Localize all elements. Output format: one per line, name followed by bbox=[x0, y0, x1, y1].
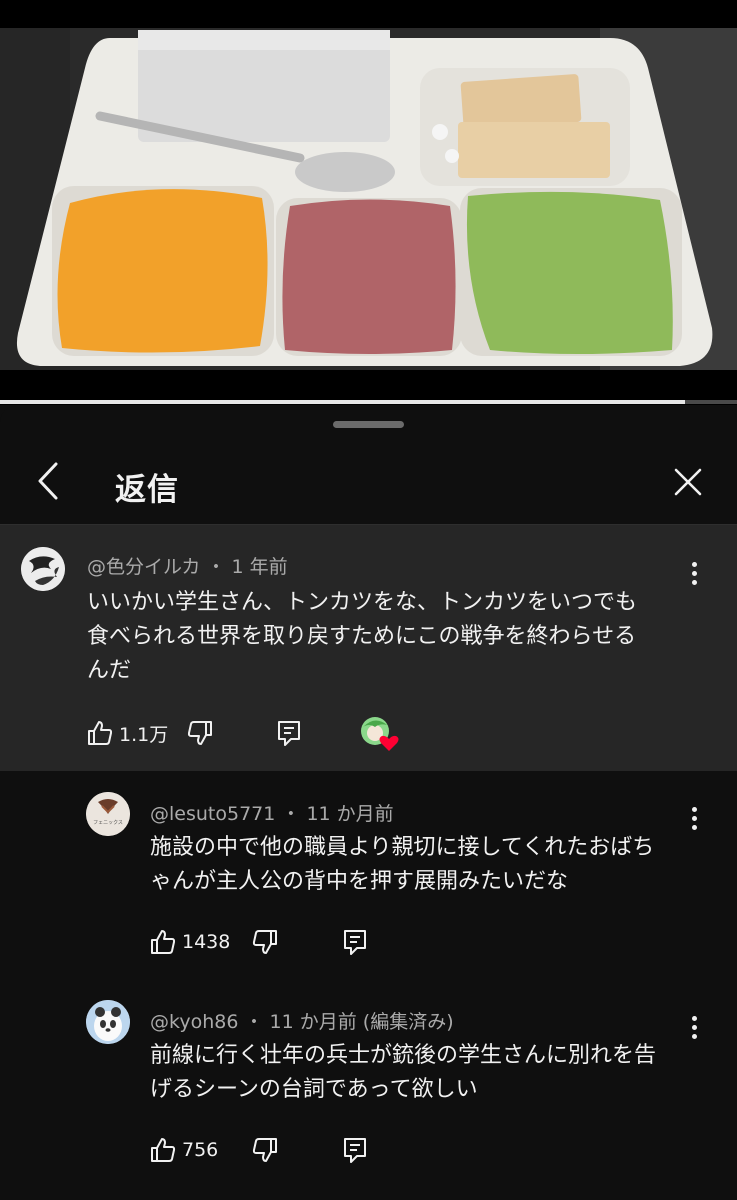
like-count: 1438 bbox=[182, 931, 231, 953]
close-icon bbox=[674, 468, 702, 496]
avatar-image bbox=[86, 1000, 130, 1044]
comment-text-line: げるシーンの台詞であって欲しい bbox=[150, 1077, 478, 1102]
comment-meta: @lesuto5771 ・ 11 か月前 bbox=[150, 799, 394, 826]
thumbs-up-icon bbox=[88, 721, 113, 745]
thumbs-up-icon bbox=[151, 930, 176, 954]
avatar-image bbox=[21, 547, 65, 591]
reply-button[interactable] bbox=[276, 715, 302, 751]
comment-time: 11 か月前 (編集済み) bbox=[269, 1011, 454, 1033]
avatar[interactable] bbox=[86, 1000, 130, 1044]
comment-author[interactable]: @色分イルカ bbox=[87, 556, 200, 578]
comment-actions: 1438 bbox=[150, 924, 390, 960]
comment-text: 前線に行く壮年の兵士が銃後の学生さんに別れを告 げるシーンの台詞であって欲しい bbox=[150, 1039, 710, 1107]
reply-comment: フェニックス @lesuto5771 ・ 11 か月前 施設の中で他の職員より親… bbox=[0, 772, 737, 986]
avatar-image: フェニックス bbox=[86, 792, 130, 836]
comment-text-line: 施設の中で他の職員より親切に接してくれたおばち bbox=[150, 835, 655, 860]
dislike-button[interactable] bbox=[187, 715, 213, 751]
reply-comment: @kyoh86 ・ 11 か月前 (編集済み) 前線に行く壮年の兵士が銃後の学生… bbox=[0, 986, 737, 1200]
sheet-header: 返信 bbox=[0, 436, 737, 524]
more-vertical-icon bbox=[684, 562, 704, 585]
comment-text: 施設の中で他の職員より親切に接してくれたおばち ゃんが主人公の背中を押す展開みた… bbox=[150, 831, 710, 899]
comment-text: いいかい学生さん、トンカツをな、トンカツをいつでも 食べられる世界を取り戻すため… bbox=[87, 586, 697, 688]
comment-text-line: いいかい学生さん、トンカツをな、トンカツをいつでも bbox=[87, 590, 638, 615]
replies-sheet: 返信 @色分イルカ ・ 1 年前 いいかい学生さん、トンカツをな、トンカツをいつ… bbox=[0, 406, 737, 1200]
reply-icon bbox=[344, 1138, 366, 1163]
comment-meta: @色分イルカ ・ 1 年前 bbox=[87, 552, 288, 579]
comment-text-line: 食べられる世界を取り戻すためにこの戦争を終わらせる bbox=[87, 624, 637, 649]
thumbs-down-icon bbox=[252, 930, 277, 954]
avatar[interactable] bbox=[21, 547, 65, 591]
like-button[interactable]: 756 bbox=[150, 1132, 218, 1168]
chevron-left-icon bbox=[38, 462, 58, 500]
comment-time: 11 か月前 bbox=[306, 803, 394, 825]
video-frame[interactable] bbox=[0, 28, 737, 370]
reply-icon bbox=[278, 721, 300, 746]
video-progress-bar[interactable] bbox=[0, 400, 737, 404]
more-vertical-icon bbox=[684, 807, 704, 830]
comment-text-line: んだ bbox=[87, 658, 132, 683]
like-count: 1.1万 bbox=[119, 723, 169, 746]
video-progress-fill bbox=[0, 400, 686, 404]
video-player[interactable] bbox=[0, 0, 737, 405]
more-vertical-icon bbox=[684, 1016, 704, 1039]
sheet-title: 返信 bbox=[115, 472, 179, 508]
drag-handle[interactable] bbox=[333, 421, 404, 428]
reply-icon bbox=[344, 930, 366, 955]
thumbs-down-icon bbox=[187, 721, 212, 745]
like-button[interactable]: 1.1万 bbox=[87, 715, 168, 751]
video-thumbnail-image bbox=[0, 28, 737, 370]
comment-text-line: 前線に行く壮年の兵士が銃後の学生さんに別れを告 bbox=[150, 1043, 657, 1068]
comment-more-button[interactable] bbox=[684, 804, 704, 834]
parent-comment: @色分イルカ ・ 1 年前 いいかい学生さん、トンカツをな、トンカツをいつでも … bbox=[0, 525, 737, 771]
comment-actions: 756 bbox=[150, 1132, 390, 1168]
meta-separator: ・ bbox=[244, 1011, 264, 1033]
meta-separator: ・ bbox=[281, 803, 301, 825]
comment-more-button[interactable] bbox=[684, 559, 704, 589]
avatar[interactable]: フェニックス bbox=[86, 792, 130, 836]
comment-author[interactable]: @kyoh86 bbox=[150, 1011, 238, 1033]
avatar-text: フェニックス bbox=[93, 820, 123, 826]
comment-text-line: ゃんが主人公の背中を押す展開みたいだな bbox=[150, 869, 569, 894]
comment-meta: @kyoh86 ・ 11 か月前 (編集済み) bbox=[150, 1007, 454, 1034]
like-count: 756 bbox=[182, 1139, 219, 1161]
comment-author[interactable]: @lesuto5771 bbox=[150, 803, 275, 825]
reply-button[interactable] bbox=[342, 1132, 368, 1168]
reply-button[interactable] bbox=[342, 924, 368, 960]
close-button[interactable] bbox=[668, 462, 708, 502]
meta-separator: ・ bbox=[206, 556, 226, 578]
creator-heart-icon bbox=[361, 717, 399, 751]
like-button[interactable]: 1438 bbox=[150, 924, 230, 960]
comment-time: 1 年前 bbox=[231, 556, 288, 578]
back-button[interactable] bbox=[28, 456, 70, 506]
thumbs-down-icon bbox=[252, 1138, 277, 1162]
dislike-button[interactable] bbox=[252, 1132, 278, 1168]
creator-heart-badge bbox=[360, 715, 400, 755]
thumbs-up-icon bbox=[151, 1138, 176, 1162]
dislike-button[interactable] bbox=[252, 924, 278, 960]
